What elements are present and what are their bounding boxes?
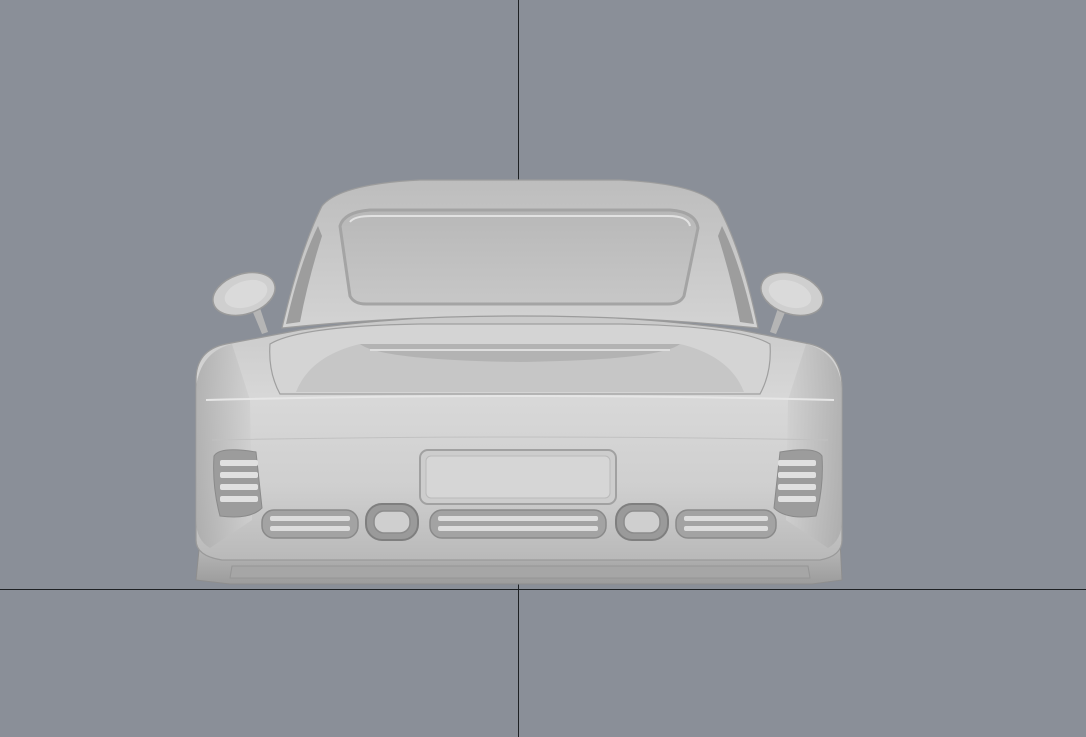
rear-window xyxy=(338,208,700,306)
right-tail-light-vents xyxy=(773,449,823,518)
rear-bumper-vents xyxy=(261,509,777,539)
car-rear-3d-model[interactable] xyxy=(0,0,1086,737)
left-tail-light-vents xyxy=(213,449,263,518)
right-side-mirror xyxy=(760,271,824,334)
3d-viewport[interactable] xyxy=(0,0,1086,737)
left-side-mirror xyxy=(212,271,276,334)
